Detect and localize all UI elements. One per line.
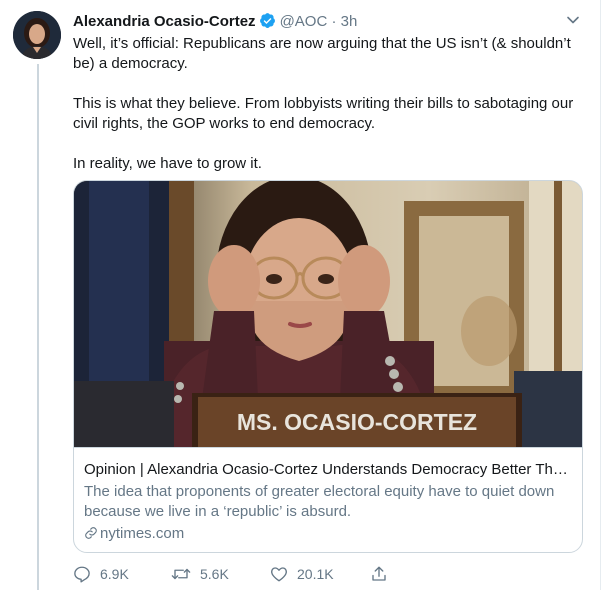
tweet-time[interactable]: 3h xyxy=(341,13,358,30)
tweet-paragraph: In reality, we have to grow it. xyxy=(73,155,262,172)
card-title[interactable]: Opinion | Alexandria Ocasio-Cortez Under… xyxy=(84,460,574,480)
action-bar: 6.9K 5.6K 20.1K xyxy=(73,564,413,584)
link-icon xyxy=(85,527,97,539)
share-button[interactable] xyxy=(370,564,397,584)
chevron-down-icon[interactable] xyxy=(565,12,581,28)
author-handle[interactable]: @AOC xyxy=(280,13,328,30)
retweet-count: 5.6K xyxy=(200,566,229,582)
tweet-paragraph: Well, it’s official: Republicans are now… xyxy=(73,35,571,72)
dot-separator: · xyxy=(331,13,337,30)
like-icon xyxy=(271,567,287,582)
card-domain-text: nytimes.com xyxy=(100,525,185,542)
tweet-header: Alexandria Ocasio-Cortez @AOC · 3h xyxy=(73,12,573,32)
reply-count: 6.9K xyxy=(100,566,129,582)
tweet-text: Well, it’s official: Republicans are now… xyxy=(73,34,583,174)
like-button[interactable]: 20.1K xyxy=(270,564,334,584)
card-body: Opinion | Alexandria Ocasio-Cortez Under… xyxy=(74,447,582,552)
author-name[interactable]: Alexandria Ocasio-Cortez xyxy=(73,13,256,30)
tweet-paragraph: This is what they believe. From lobbyist… xyxy=(73,95,574,132)
verified-badge-icon xyxy=(259,12,276,35)
share-icon xyxy=(372,566,386,581)
reply-button[interactable]: 6.9K xyxy=(73,564,129,584)
tweet-container: Alexandria Ocasio-Cortez @AOC · 3h Well, … xyxy=(0,0,601,590)
retweet-button[interactable]: 5.6K xyxy=(171,564,229,584)
nameplate-text: MS. OCASIO-CORTEZ xyxy=(237,409,477,435)
retweet-icon xyxy=(171,568,191,580)
card-description: The idea that proponents of greater elec… xyxy=(84,483,555,520)
card-domain: nytimes.com xyxy=(84,524,184,544)
thread-line xyxy=(37,64,39,590)
link-card[interactable]: MS. OCASIO-CORTEZ Opinion | Alexandria O… xyxy=(73,180,583,553)
avatar[interactable] xyxy=(13,11,61,59)
reply-icon xyxy=(74,566,90,583)
like-count: 20.1K xyxy=(297,566,334,582)
card-image: MS. OCASIO-CORTEZ xyxy=(74,181,582,451)
